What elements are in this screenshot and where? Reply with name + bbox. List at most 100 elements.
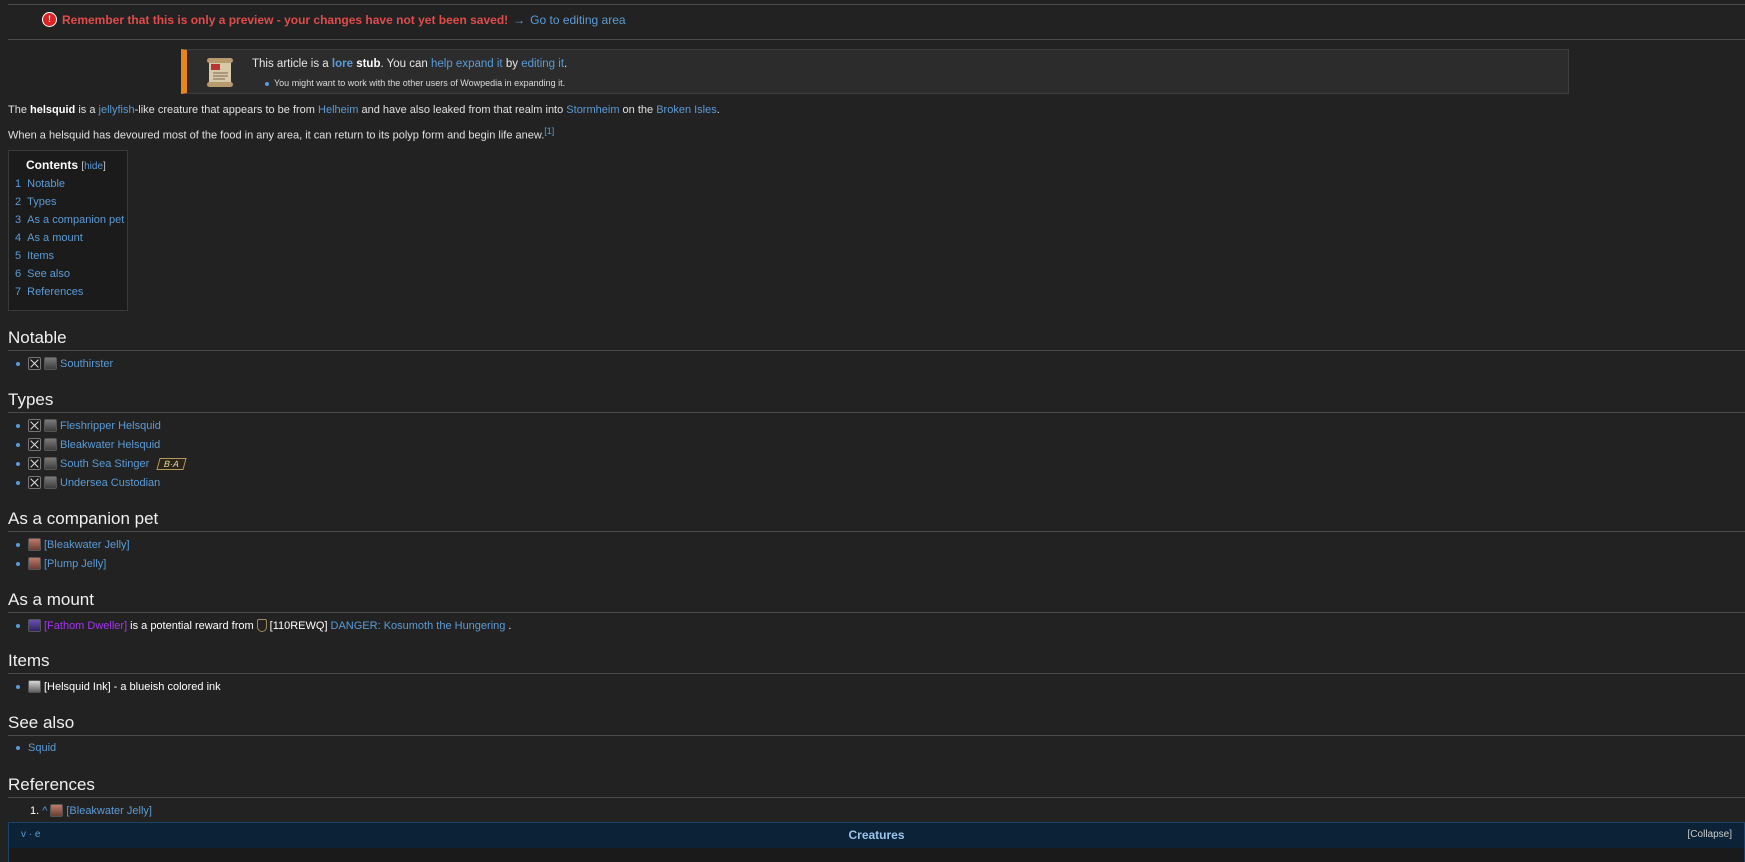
reference-link-1[interactable]: [1] — [544, 126, 554, 136]
ink-item-icon — [28, 680, 41, 693]
editing-link[interactable]: editing it — [521, 58, 564, 70]
article-subject: helsquid — [30, 104, 76, 116]
list-item: Fleshripper Helsquid — [16, 419, 161, 432]
reference-item: 1. ^ [Bleakwater Jelly] — [30, 804, 152, 817]
bullet-icon — [16, 561, 20, 566]
heading-divider — [8, 797, 1745, 798]
arrow-icon: → — [513, 12, 526, 27]
fleshripper-helsquid-link[interactable]: Fleshripper Helsquid — [60, 420, 161, 432]
reference-backlink[interactable]: ^ — [42, 805, 47, 817]
helheim-link[interactable]: Helheim — [318, 104, 358, 116]
jellyfish-link[interactable]: jellyfish — [99, 104, 135, 116]
bullet-icon — [16, 480, 20, 485]
heading-divider — [8, 531, 1745, 532]
plump-jelly-link[interactable]: [Plump Jelly] — [44, 558, 106, 570]
crossed-swords-icon — [28, 476, 41, 489]
bullet-icon — [16, 361, 20, 366]
list-item: [Plump Jelly] — [16, 557, 106, 570]
south-sea-stinger-link[interactable]: South Sea Stinger — [60, 458, 149, 470]
intro-paragraph-1: The helsquid is a jellyfish-like creatur… — [8, 104, 720, 116]
list-item: [Bleakwater Jelly] — [16, 538, 130, 551]
stormheim-link[interactable]: Stormheim — [566, 104, 619, 116]
bullet-icon — [16, 442, 20, 447]
list-item: South Sea Stinger B·A — [16, 457, 187, 470]
toc-entry-types[interactable]: 2 Types — [15, 196, 56, 208]
toc-entry-mount[interactable]: 4 As a mount — [15, 232, 83, 244]
bullet-icon — [16, 461, 20, 466]
bullet-icon — [16, 542, 20, 547]
bleakwater-jelly-link[interactable]: [Bleakwater Jelly] — [44, 539, 130, 551]
mount-item-icon — [28, 619, 41, 632]
broken-isles-link[interactable]: Broken Isles — [656, 104, 717, 116]
navbox-title: Creatures — [848, 828, 905, 842]
creature-portrait-icon — [44, 357, 57, 370]
go-to-editing-link[interactable]: Go to editing area — [530, 13, 625, 27]
list-item: [Helsquid Ink] - a blueish colored ink — [16, 680, 221, 693]
stub-notice-box: This article is a lore stub. You can hel… — [181, 49, 1569, 94]
toc-entry-items[interactable]: 5 Items — [15, 250, 54, 262]
heading-notable: Notable — [8, 328, 67, 347]
collapse-button[interactable]: [Collapse] — [1688, 829, 1732, 840]
creature-portrait-icon — [44, 457, 57, 470]
heading-companion-pet: As a companion pet — [8, 509, 159, 528]
crossed-swords-icon — [28, 438, 41, 451]
crossed-swords-icon — [28, 457, 41, 470]
stub-message: This article is a lore stub. You can hel… — [252, 58, 568, 70]
preview-divider — [8, 39, 1745, 40]
crossed-swords-icon — [28, 357, 41, 370]
heading-divider — [8, 612, 1745, 613]
toc-title: Contents [hide] — [26, 158, 106, 172]
toc-entry-see-also[interactable]: 6 See also — [15, 268, 70, 280]
pet-portrait-icon — [28, 557, 41, 570]
bullet-icon — [16, 746, 20, 750]
heading-types: Types — [8, 390, 54, 409]
creature-portrait-icon — [44, 438, 57, 451]
toc-hide-toggle[interactable]: hide — [84, 161, 103, 172]
creatures-navbox: v · e Creatures [Collapse] — [8, 822, 1745, 862]
list-item: Bleakwater Helsquid — [16, 438, 160, 451]
toc-entry-references[interactable]: 7 References — [15, 286, 83, 298]
bullet-icon — [16, 423, 20, 428]
helsquid-ink-link[interactable]: [Helsquid Ink] — [44, 681, 111, 693]
toc-entry-companion-pet[interactable]: 3 As a companion pet — [15, 214, 124, 226]
crossed-swords-icon — [28, 419, 41, 432]
heading-mount: As a mount — [8, 590, 94, 609]
list-item: Undersea Custodian — [16, 476, 160, 489]
undersea-custodian-link[interactable]: Undersea Custodian — [60, 477, 160, 489]
heading-items: Items — [8, 651, 50, 670]
kosumoth-quest-link[interactable]: DANGER: Kosumoth the Hungering — [331, 620, 506, 632]
heading-divider — [8, 735, 1745, 736]
creature-portrait-icon — [44, 419, 57, 432]
stub-sub-message: You might want to work with the other us… — [265, 78, 565, 88]
bleakwater-helsquid-link[interactable]: Bleakwater Helsquid — [60, 439, 160, 451]
scroll-icon — [207, 58, 233, 87]
preview-warning-text: Remember that this is only a preview - y… — [62, 12, 509, 27]
heading-divider — [8, 350, 1745, 351]
battle-for-azeroth-badge: B·A — [156, 457, 187, 470]
bullet-icon — [16, 684, 20, 689]
toc-entry-notable[interactable]: 1 Notable — [15, 178, 65, 190]
bullet-icon — [265, 82, 269, 86]
top-divider — [8, 4, 1745, 5]
squid-link[interactable]: Squid — [28, 742, 56, 754]
heading-references: References — [8, 775, 95, 794]
warning-icon: ! — [42, 12, 57, 27]
pet-portrait-icon — [50, 804, 64, 817]
reference-bleakwater-jelly-link[interactable]: [Bleakwater Jelly] — [66, 805, 152, 817]
preview-notice: ! Remember that this is only a preview -… — [42, 12, 626, 27]
creature-portrait-icon — [44, 476, 57, 489]
quest-shield-icon — [256, 619, 267, 632]
pet-portrait-icon — [28, 538, 41, 551]
table-of-contents: Contents [hide] 1 Notable 2 Types 3 As a co… — [8, 150, 128, 311]
stub-word: stub — [356, 58, 381, 70]
list-item: [Fathom Dweller] is a potential reward f… — [16, 619, 511, 632]
help-expand-link[interactable]: help expand it — [431, 58, 503, 70]
bullet-icon — [16, 623, 20, 628]
southirster-link[interactable]: Southirster — [60, 358, 113, 370]
lore-link[interactable]: lore — [332, 58, 353, 70]
fathom-dweller-link[interactable]: [Fathom Dweller] — [44, 620, 127, 632]
heading-divider — [8, 673, 1745, 674]
list-item: Southirster — [16, 357, 113, 370]
heading-see-also: See also — [8, 713, 75, 732]
heading-divider — [8, 412, 1745, 413]
